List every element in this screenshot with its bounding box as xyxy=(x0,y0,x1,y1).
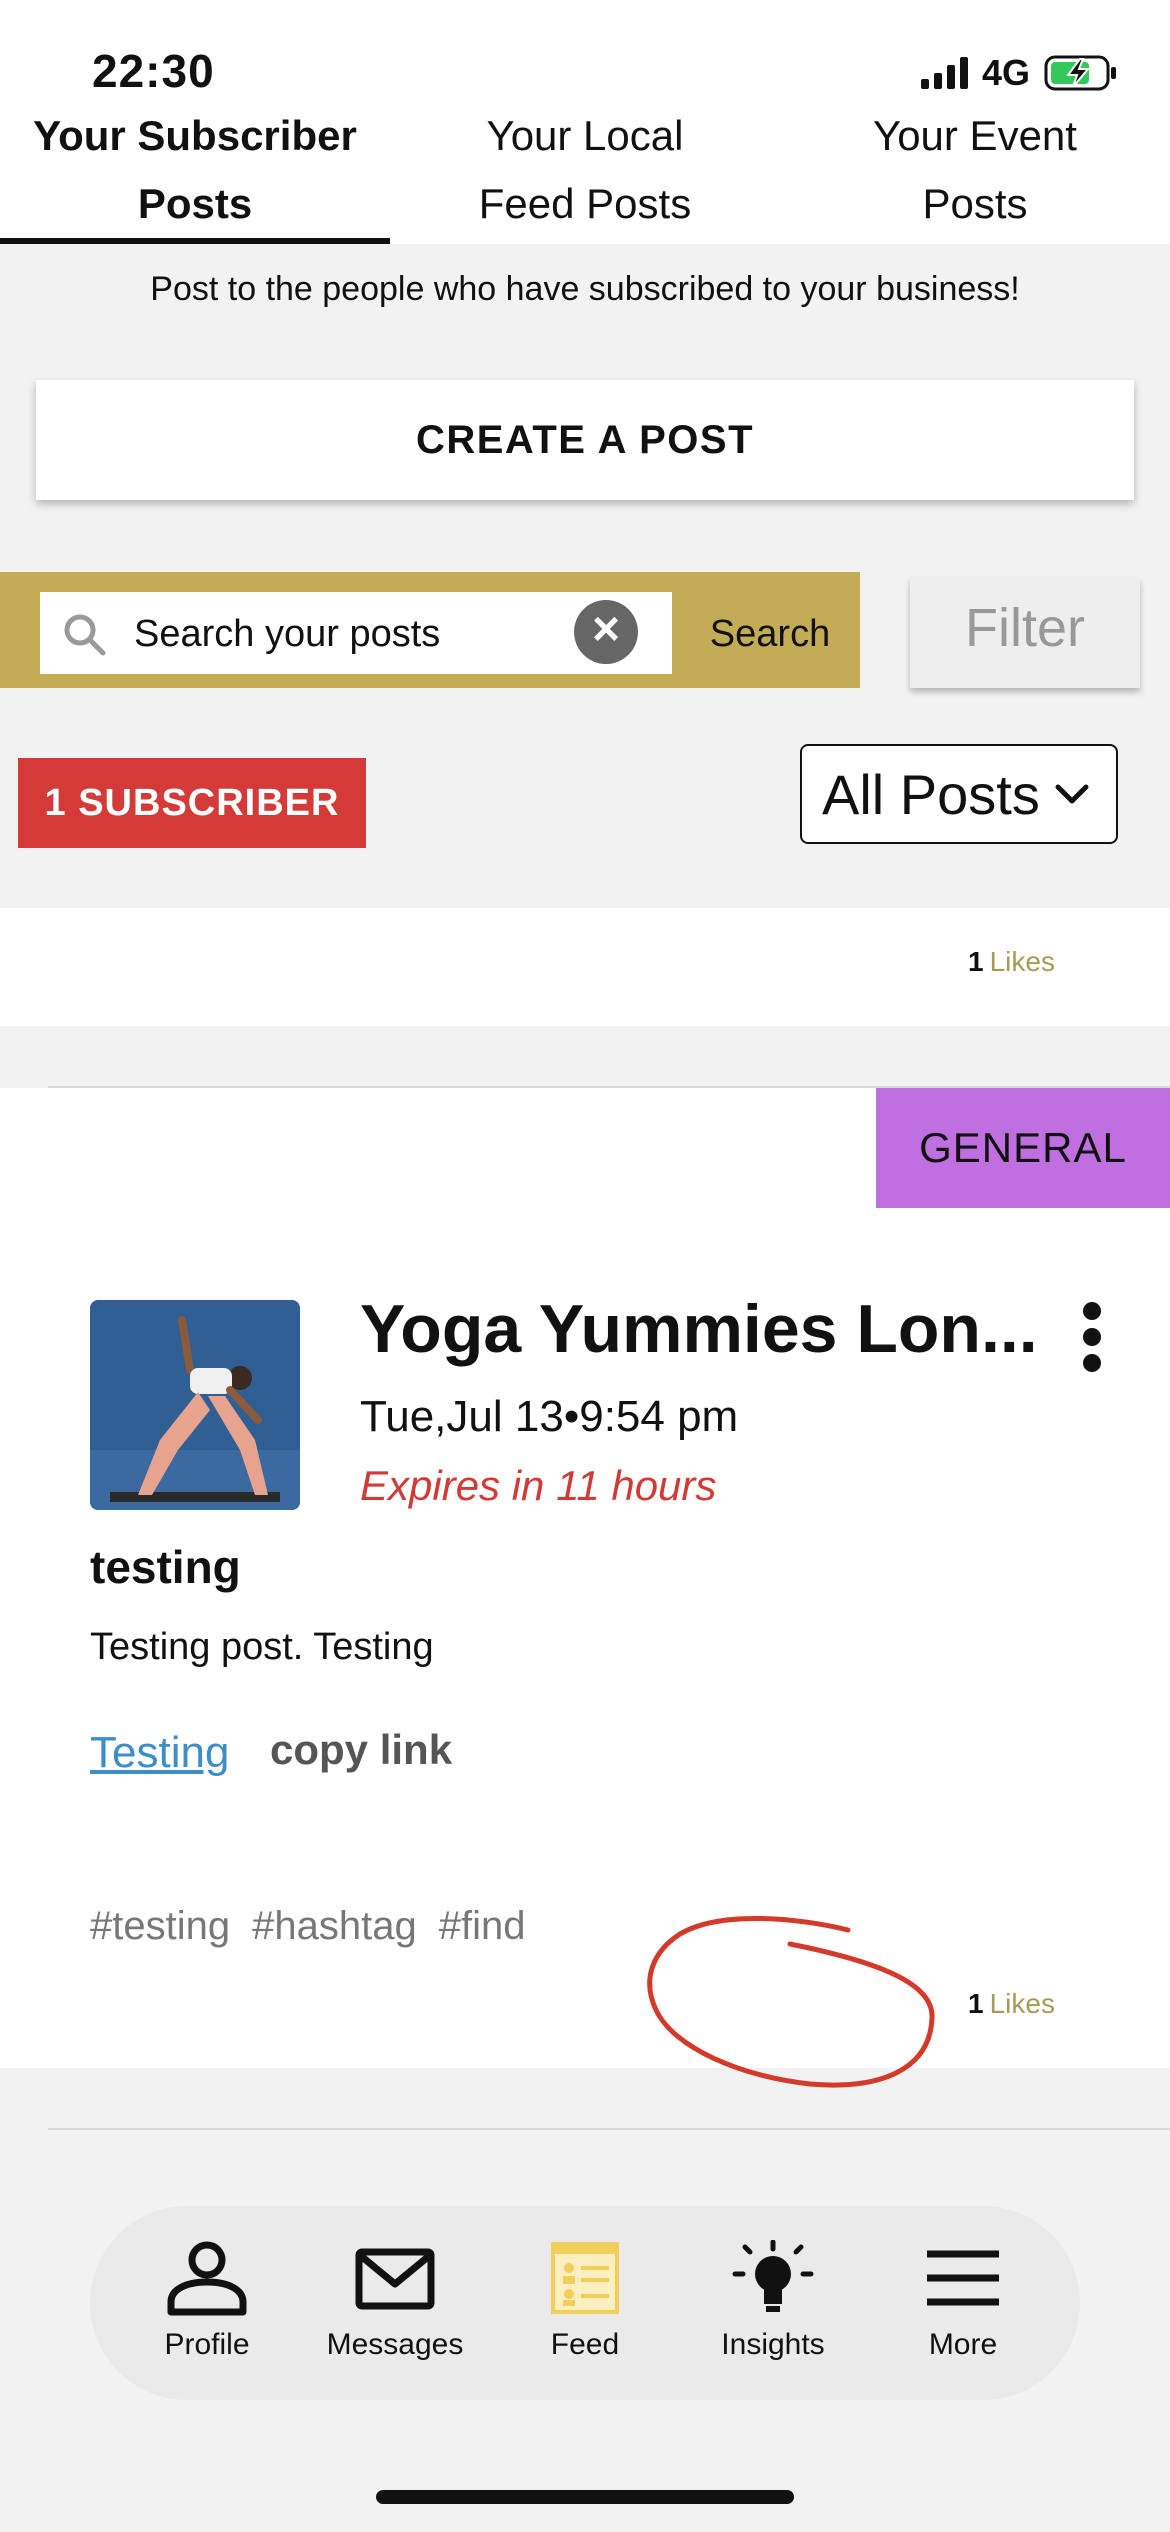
tab-event-posts[interactable]: Your Event Posts xyxy=(780,100,1170,244)
search-icon xyxy=(64,614,106,656)
more-options-icon[interactable] xyxy=(1072,1302,1112,1372)
likes-number: 1 xyxy=(968,1988,984,2019)
tab-label-line2: Posts xyxy=(922,180,1028,227)
hashtag[interactable]: #hashtag xyxy=(252,1904,417,1949)
red-circle-annotation xyxy=(647,1916,935,2088)
status-indicators: 4G xyxy=(920,52,1118,94)
battery-charging-icon xyxy=(1044,55,1116,91)
chevron-down-icon xyxy=(1055,784,1089,804)
likes-label: Likes xyxy=(989,1988,1055,2019)
tab-subscriber-posts[interactable]: Your Subscriber Posts xyxy=(0,100,390,244)
nav-feed[interactable]: Feed xyxy=(500,2240,670,2362)
tab-local-feed-posts[interactable]: Your Local Feed Posts xyxy=(390,100,780,244)
post-title: Yoga Yummies Lon... xyxy=(360,1291,1038,1367)
person-icon xyxy=(167,2241,247,2316)
likes-number: 1 xyxy=(968,946,984,977)
nav-more[interactable]: More xyxy=(878,2240,1048,2362)
status-time: 22:30 xyxy=(92,45,215,97)
nav-insights[interactable]: Insights xyxy=(688,2240,858,2362)
filter-button[interactable]: Filter xyxy=(910,578,1140,688)
lightbulb-icon xyxy=(732,2240,814,2312)
tab-label-line1: Your Subscriber xyxy=(33,112,357,159)
search-input[interactable] xyxy=(134,604,564,664)
nav-label: More xyxy=(928,2328,998,2361)
post-link[interactable]: Testing xyxy=(90,1728,229,1778)
nav-label: Feed xyxy=(550,2328,620,2361)
tab-label-line2: Feed Posts xyxy=(478,180,692,227)
search-button[interactable]: Search xyxy=(700,604,840,664)
feed-icon xyxy=(551,2242,619,2314)
nav-messages[interactable]: Messages xyxy=(310,2240,480,2362)
nav-profile[interactable]: Profile xyxy=(122,2240,292,2362)
posts-filter-select[interactable]: All Posts xyxy=(800,744,1118,844)
envelope-icon xyxy=(355,2248,435,2310)
intro-text: Post to the people who have subscribed t… xyxy=(150,270,1020,308)
home-indicator[interactable] xyxy=(376,2490,794,2504)
likes-count[interactable]: 1 Likes xyxy=(968,1988,1055,2020)
hashtag-list: #testing #hashtag #find xyxy=(90,1904,525,1949)
clear-search-icon[interactable]: × xyxy=(574,600,638,664)
card-divider xyxy=(48,2128,1170,2130)
posts-filter-value: All Posts xyxy=(822,762,1040,826)
post-heading: testing xyxy=(90,1541,241,1593)
signal-icon xyxy=(920,57,968,89)
post-thumbnail[interactable] xyxy=(90,1300,300,1510)
create-post-button[interactable]: CREATE A POST xyxy=(36,380,1134,500)
post-date: Tue,Jul 13•9:54 pm xyxy=(360,1392,739,1441)
copy-link-button[interactable]: copy link xyxy=(270,1726,452,1774)
hashtag[interactable]: #testing xyxy=(90,1904,230,1949)
hashtag[interactable]: #find xyxy=(439,1904,526,1949)
tab-label-line1: Your Local xyxy=(486,112,684,159)
nav-label: Insights xyxy=(721,2328,825,2361)
nav-label: Messages xyxy=(326,2328,464,2361)
post-body: Testing post. Testing xyxy=(90,1626,434,1668)
nav-label: Profile xyxy=(164,2328,250,2361)
network-label: 4G xyxy=(981,52,1030,93)
likes-count[interactable]: 1 Likes xyxy=(968,946,1055,978)
category-badge: GENERAL xyxy=(876,1088,1170,1208)
tab-label-line2: Posts xyxy=(137,180,253,227)
tab-label-line1: Your Event xyxy=(873,112,1077,159)
hamburger-icon xyxy=(927,2250,999,2306)
likes-label: Likes xyxy=(989,946,1055,977)
subscriber-count-badge[interactable]: 1 SUBSCRIBER xyxy=(18,758,366,848)
post-type-tabs: Your Subscriber Posts Your Local Feed Po… xyxy=(0,100,1170,244)
post-expiry: Expires in 11 hours xyxy=(360,1462,717,1509)
